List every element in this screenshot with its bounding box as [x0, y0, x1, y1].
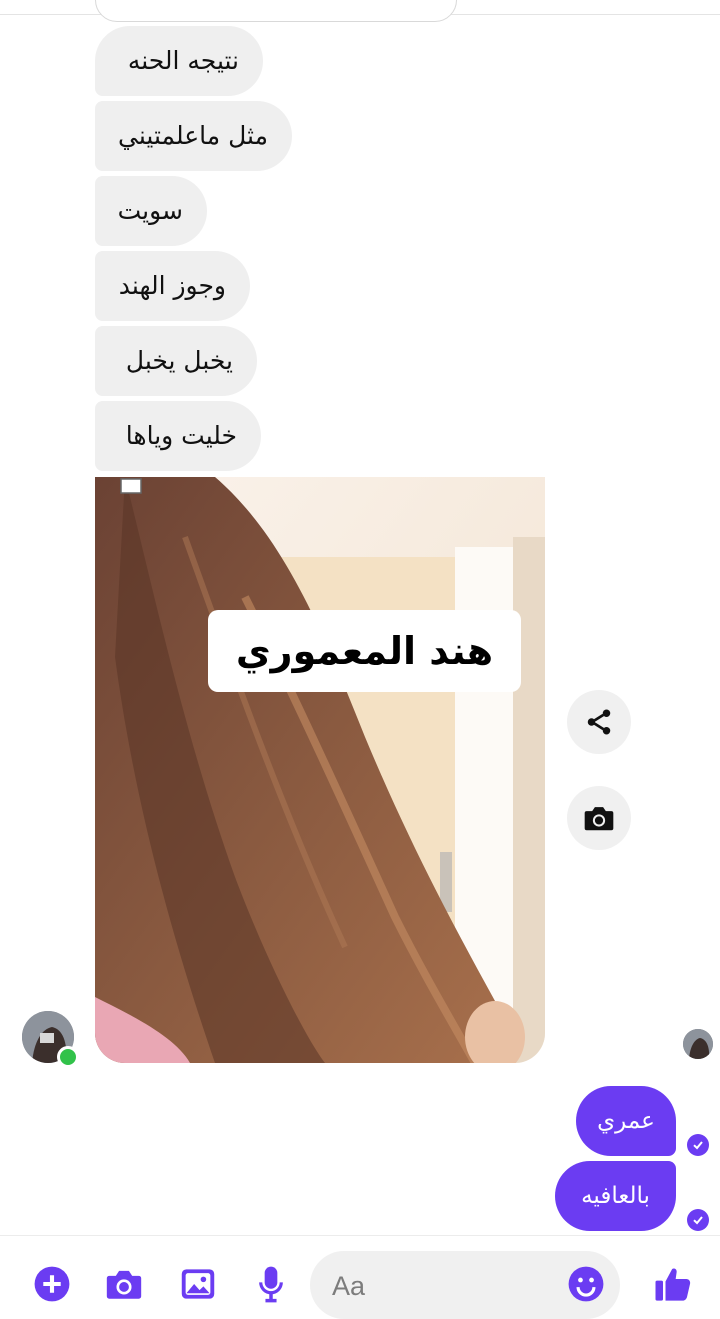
emoji-button[interactable]	[567, 1265, 607, 1305]
emoji-icon	[568, 1266, 604, 1302]
previous-message-bubble[interactable]	[95, 0, 457, 22]
message-input-box[interactable]	[310, 1251, 620, 1319]
photo-message[interactable]: هند المعموري	[95, 477, 545, 1063]
message-text: نتيجه الحنه	[127, 46, 239, 75]
read-receipt-avatar	[683, 1029, 713, 1059]
microphone-icon	[259, 1266, 283, 1303]
delivered-check-icon	[687, 1134, 709, 1156]
message-text: يخبل يخبل	[125, 346, 233, 375]
message-text: سويت	[117, 196, 183, 225]
photo-caption: هند المعموري	[208, 610, 521, 692]
message-input[interactable]	[330, 1265, 564, 1307]
sent-message[interactable]: عمري	[576, 1086, 676, 1156]
voice-message-button[interactable]	[249, 1262, 293, 1306]
sent-message[interactable]: بالعافيه	[555, 1161, 676, 1231]
save-photo-button[interactable]	[567, 786, 631, 850]
received-message[interactable]: وجوز الهند	[95, 251, 250, 321]
received-message[interactable]: نتيجه الحنه	[95, 26, 263, 96]
message-text: وجوز الهند	[118, 271, 226, 300]
online-status-dot	[57, 1046, 79, 1068]
plus-icon	[34, 1266, 70, 1302]
message-text: خليت وياها	[125, 421, 237, 450]
avatar-image	[683, 1029, 713, 1059]
image-icon	[181, 1269, 215, 1299]
message-text: مثل ماعلمتيني	[118, 121, 268, 150]
camera-button[interactable]	[102, 1262, 146, 1306]
delivered-check-icon	[687, 1209, 709, 1231]
share-button[interactable]	[567, 690, 631, 754]
camera-icon	[584, 807, 614, 831]
received-message[interactable]: خليت وياها	[95, 401, 261, 471]
received-message[interactable]: سويت	[95, 176, 207, 246]
share-icon	[587, 709, 611, 735]
more-actions-button[interactable]	[30, 1262, 74, 1306]
hair-photo	[95, 477, 545, 1063]
message-text: عمري	[597, 1108, 655, 1134]
camera-icon	[106, 1270, 142, 1299]
received-message[interactable]: مثل ماعلمتيني	[95, 101, 292, 171]
message-text: بالعافيه	[581, 1183, 650, 1209]
thumbs-up-icon	[655, 1268, 691, 1301]
received-message[interactable]: يخبل يخبل	[95, 326, 257, 396]
like-button[interactable]	[650, 1262, 696, 1306]
gallery-button[interactable]	[176, 1262, 220, 1306]
